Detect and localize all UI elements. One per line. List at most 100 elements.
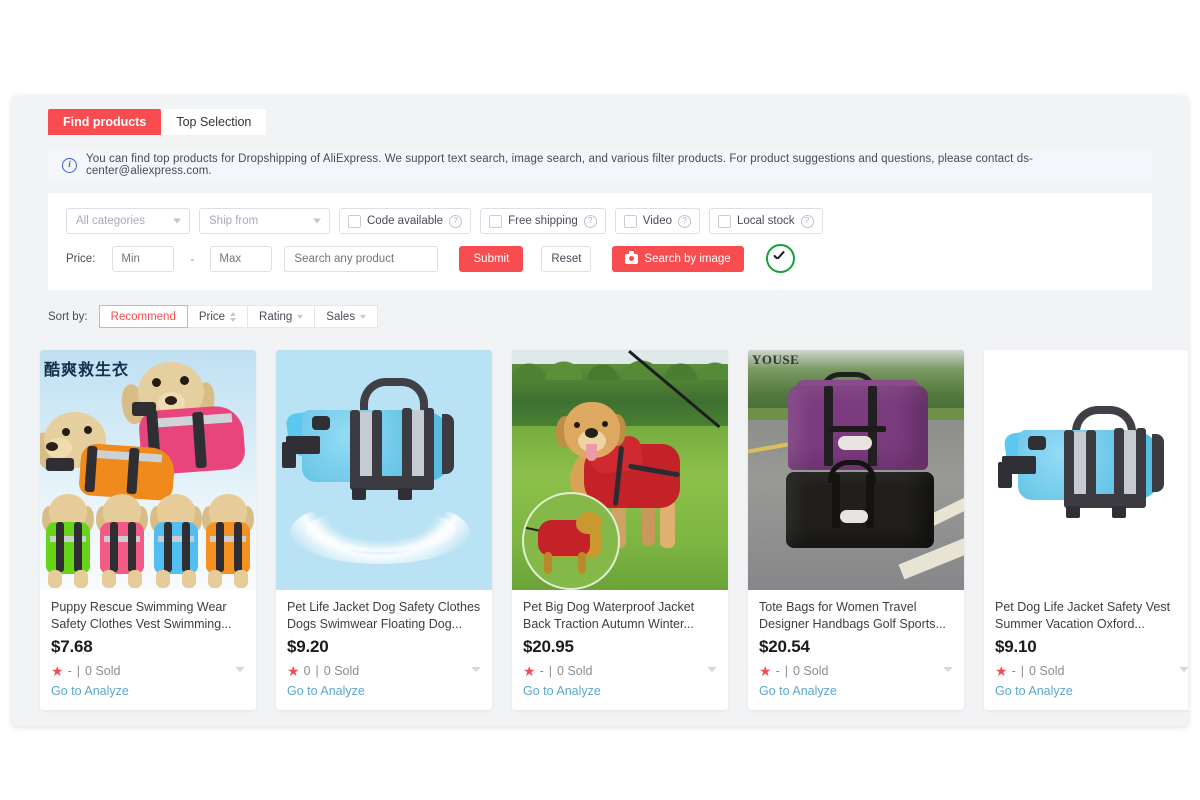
meta-separator: | [76, 663, 80, 678]
product-price: $7.68 [51, 637, 93, 656]
checkbox-code-available[interactable] [348, 214, 361, 228]
product-card-body: Pet Dog Life Jacket Safety Vest Summer V… [984, 590, 1188, 710]
price-min-input[interactable] [112, 245, 175, 272]
product-rating: - [1011, 663, 1016, 678]
product-image[interactable] [512, 350, 728, 590]
chevron-down-icon[interactable] [235, 667, 245, 672]
product-rating: - [539, 663, 544, 678]
product-rating: 0 [303, 663, 311, 678]
checkbox-free-shipping[interactable] [489, 214, 503, 228]
poodle-pink-vest [96, 494, 148, 590]
product-title[interactable]: Tote Bags for Women Travel Designer Hand… [759, 599, 953, 633]
ship-from-select[interactable]: Ship from [199, 208, 330, 234]
filter-video-label: Video [642, 215, 672, 227]
tab-bar: Find products Top Selection [48, 109, 267, 135]
product-sold: 0 Sold [84, 663, 121, 678]
chevron-down-icon[interactable] [707, 667, 717, 672]
product-image[interactable] [276, 350, 492, 590]
sort-option-price-label: Price [198, 310, 226, 323]
category-select[interactable]: All categories [66, 208, 190, 234]
sort-option-sales[interactable]: Sales [315, 305, 379, 328]
checkbox-local-stock[interactable] [718, 214, 731, 228]
dropshipping-center-panel: Find products Top Selection i You can fi… [12, 96, 1188, 726]
price-range-separator: - [190, 251, 195, 266]
chevron-down-icon[interactable] [1179, 667, 1188, 672]
product-image[interactable]: 酷爽救生衣 [40, 350, 256, 590]
price-max-input[interactable] [210, 245, 273, 272]
chevron-down-icon [313, 218, 321, 224]
sort-bar: Sort by: Recommend Price Rating Sales [48, 305, 379, 328]
product-price: $9.20 [287, 637, 329, 656]
product-image[interactable]: YOUSE [748, 350, 964, 590]
inset-detail-photo [522, 492, 620, 590]
product-meta: ★ - | 0 Sold [51, 662, 245, 679]
product-card[interactable]: Pet Life Jacket Dog Safety Clothes Dogs … [276, 350, 492, 710]
camera-icon [625, 251, 639, 264]
go-to-analyze-link[interactable]: Go to Analyze [523, 684, 601, 698]
sort-option-rating[interactable]: Rating [248, 305, 316, 328]
star-icon: ★ [51, 662, 64, 679]
chevron-down-icon[interactable] [943, 667, 953, 672]
go-to-analyze-link[interactable]: Go to Analyze [51, 684, 129, 698]
help-icon[interactable]: ? [583, 214, 597, 228]
filter-free-shipping[interactable]: Free shipping ? [480, 208, 606, 234]
filter-local-stock[interactable]: Local stock ? [709, 208, 823, 234]
product-rating: - [67, 663, 72, 678]
meta-separator: | [315, 663, 319, 678]
product-title[interactable]: Pet Dog Life Jacket Safety Vest Summer V… [995, 599, 1188, 633]
info-banner-text: You can find top products for Dropshippi… [86, 153, 1034, 177]
reset-button[interactable]: Reset [541, 245, 592, 272]
poodle-blue-vest [150, 494, 202, 590]
info-icon: i [62, 157, 77, 173]
filter-card: All categories Ship from Code available … [48, 193, 1152, 290]
search-input[interactable] [284, 245, 439, 272]
chevron-down-icon[interactable] [471, 667, 481, 672]
tab-find-products[interactable]: Find products [48, 109, 162, 135]
feather-decoration [306, 508, 456, 552]
product-title[interactable]: Pet Life Jacket Dog Safety Clothes Dogs … [287, 599, 481, 633]
chevron-down-icon [360, 314, 367, 319]
product-title[interactable]: Puppy Rescue Swimming Wear Safety Clothe… [51, 599, 245, 633]
product-price: $20.54 [759, 637, 810, 656]
checkbox-video[interactable] [623, 214, 637, 228]
product-card[interactable]: 酷爽救生衣 Puppy Rescue Swimming Wear Safety … [40, 350, 256, 710]
star-icon: ★ [523, 662, 536, 679]
chevron-down-icon [173, 218, 181, 224]
product-card-body: Pet Life Jacket Dog Safety Clothes Dogs … [276, 590, 492, 710]
sort-option-price[interactable]: Price [187, 305, 249, 328]
product-image[interactable] [984, 350, 1188, 590]
info-banner: i You can find top products for Dropship… [48, 149, 1152, 181]
product-image-overlay-text: 酷爽救生衣 [44, 360, 130, 379]
product-sold: 0 Sold [323, 663, 360, 678]
product-card[interactable]: YOUSE Tote Bags for Women Travel Designe… [748, 350, 964, 710]
product-card[interactable]: Pet Big Dog Waterproof Jacket Back Tract… [512, 350, 728, 710]
product-image-overlay-text: YOUSE [752, 352, 800, 367]
check-circle-icon[interactable] [765, 244, 795, 273]
product-sold: 0 Sold [1028, 663, 1065, 678]
product-rating: - [775, 663, 780, 678]
product-meta: ★ 0 | 0 Sold [287, 662, 481, 679]
go-to-analyze-link[interactable]: Go to Analyze [995, 684, 1073, 698]
help-icon[interactable]: ? [678, 214, 691, 228]
help-icon[interactable]: ? [449, 214, 463, 228]
filter-code-available[interactable]: Code available ? [339, 208, 472, 234]
product-title[interactable]: Pet Big Dog Waterproof Jacket Back Tract… [523, 599, 717, 633]
product-card[interactable]: Pet Dog Life Jacket Safety Vest Summer V… [984, 350, 1188, 710]
product-meta: ★ - | 0 Sold [995, 662, 1188, 679]
go-to-analyze-link[interactable]: Go to Analyze [759, 684, 837, 698]
help-icon[interactable]: ? [800, 214, 814, 228]
ship-from-select-value: Ship from [209, 215, 259, 227]
filter-row-top: All categories Ship from Code available … [66, 208, 823, 234]
go-to-analyze-link[interactable]: Go to Analyze [287, 684, 365, 698]
poodle-row [40, 494, 256, 590]
filter-code-available-label: Code available [367, 215, 444, 227]
chevron-down-icon [297, 314, 304, 319]
sort-by-label: Sort by: [48, 310, 88, 323]
product-card-body: Pet Big Dog Waterproof Jacket Back Tract… [512, 590, 728, 710]
search-by-image-button[interactable]: Search by image [612, 245, 744, 272]
filter-video[interactable]: Video ? [614, 208, 700, 234]
sort-option-recommend[interactable]: Recommend [98, 305, 188, 328]
tab-top-selection[interactable]: Top Selection [161, 109, 267, 135]
meta-separator: | [548, 663, 552, 678]
submit-button[interactable]: Submit [459, 245, 524, 272]
